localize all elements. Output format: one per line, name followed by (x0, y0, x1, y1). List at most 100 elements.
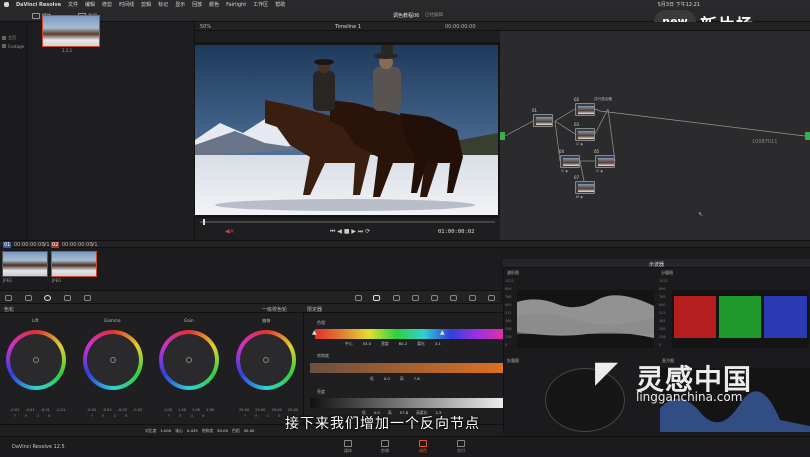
rgb-mixer-icon[interactable] (64, 295, 71, 301)
playhead[interactable] (203, 219, 205, 225)
adjustment-values: 对比度 1.000 轴心 0.435 饱和度 50.00 色相 50.00 (145, 428, 255, 433)
palette-toolbar (0, 290, 500, 304)
audio-mute-icon[interactable]: ◀× (225, 228, 235, 235)
tab-deliver[interactable]: 交付 (446, 440, 476, 456)
curves-icon[interactable] (355, 295, 362, 301)
page-navigation-bar: DaVinci Resolve 12.5 媒体 剪辑 调色 交付 (0, 436, 810, 457)
wheel-offset[interactable] (236, 330, 296, 390)
lingganchina-logo-icon: ◤ (595, 355, 619, 390)
menu-color[interactable]: 颜色 (209, 1, 219, 8)
timeline-dropdown[interactable]: Timeline 1 (335, 24, 361, 30)
parade-scale: 1023 896 768 640 512 384 256 128 0 (659, 279, 668, 347)
apple-icon[interactable] (4, 2, 9, 7)
transport-controls[interactable]: ⏮ ◀ ■ ▶ ⏭ ⟳ (330, 228, 370, 236)
folder-icon (2, 36, 6, 40)
menu-help[interactable]: 帮助 (275, 1, 285, 8)
hue-range-slider[interactable] (315, 329, 505, 339)
menu-playback[interactable]: 回放 (192, 1, 202, 8)
wheel-gamma[interactable] (83, 330, 143, 390)
scopes-header: 示波器 (503, 259, 810, 268)
viewer-timecode: 01:00:00:02 (438, 229, 475, 235)
clip-thumb-1[interactable] (2, 251, 48, 277)
output-node-handle[interactable] (805, 132, 810, 140)
resolve-version: DaVinci Resolve 12.5 (12, 444, 65, 450)
offset-values: 25.00 25.00 25.00 25.00 (239, 408, 299, 412)
node-graph-id: 10087011 (752, 139, 778, 145)
color-wheels-icon[interactable] (44, 295, 51, 301)
3d-icon[interactable] (488, 295, 495, 301)
color-page-icon (419, 440, 427, 447)
color-wheels-header: 色轮 一级校色轮 (0, 304, 303, 313)
wheel-gamma-label: Gamma (104, 318, 121, 323)
zoom-dropdown[interactable]: 50% (200, 24, 211, 30)
window-icon[interactable] (393, 295, 400, 301)
node-05[interactable]: 05 ∅ ◈ (594, 149, 615, 173)
menu-file[interactable]: 文件 (68, 1, 78, 8)
lift-values: -0.01 -0.01 -0.01 -0.01 (10, 408, 66, 412)
menu-workspace[interactable]: 工作区 (253, 1, 268, 8)
menu-timeline[interactable]: 时间线 (119, 1, 134, 8)
input-node-handle[interactable] (500, 132, 505, 140)
project-title: 调色教程06 (393, 13, 420, 19)
scrub-bar[interactable] (200, 221, 495, 223)
video-frame[interactable] (195, 45, 498, 215)
scopes-title: 示波器 (649, 262, 665, 268)
sizing-icon[interactable] (469, 295, 476, 301)
media-clip-label: 1,2,1 (62, 48, 73, 53)
wheel-lift-label: Lift (32, 318, 39, 323)
gain-values: 1.00 1.00 1.00 1.00 (164, 408, 215, 412)
app-menu[interactable]: DaVinci Resolve (16, 2, 61, 8)
saturation-values: 低 0.0 高 7.6 (370, 376, 420, 381)
menu-mark[interactable]: 标记 (158, 1, 168, 8)
tab-media[interactable]: 媒体 (333, 440, 363, 456)
rgb-parade-scope (672, 290, 809, 348)
hue-label: 色相 (317, 320, 325, 325)
wheel-gain-label: Gain (184, 318, 194, 323)
wheels-title: 色轮 (4, 307, 15, 313)
motion-effects-icon[interactable] (84, 295, 91, 301)
node-07[interactable]: 07 M ◈ (574, 175, 595, 199)
media-panel: 主页 Footage (0, 22, 195, 240)
clip-label-2: JPEG (52, 278, 62, 283)
menu-fairlight[interactable]: Fairlight (226, 2, 246, 8)
menu-view[interactable]: 显示 (175, 1, 185, 8)
hue-handle-left[interactable]: ▲ (312, 329, 317, 336)
node-04[interactable]: 04 ∅ ◈ (559, 149, 580, 173)
clip-thumb-2[interactable] (51, 251, 97, 277)
media-tree: 主页 Footage (0, 22, 28, 240)
node-03[interactable]: 03 ∅ ◈ (574, 122, 595, 146)
menu-trim[interactable]: 修剪 (102, 1, 112, 8)
hue-values: 中心 33.0 宽度 60.2 柔化 3.1 (345, 341, 441, 346)
wheel-gain[interactable] (159, 330, 219, 390)
tab-color[interactable]: 调色 (408, 440, 438, 456)
color-match-icon[interactable] (25, 295, 32, 301)
tracker-icon[interactable] (412, 295, 419, 301)
tree-item-footage[interactable]: Footage (2, 43, 24, 49)
wheel-lift[interactable] (6, 330, 66, 390)
key-icon[interactable] (450, 295, 457, 301)
wheel-offset-label: 偏移 (262, 318, 271, 323)
tab-edit[interactable]: 剪辑 (370, 440, 400, 456)
gamma-values: -0.02 -0.02 -0.02 -0.02 (87, 408, 143, 412)
node-editor[interactable]: 01 02 并行混合器 03 ∅ ◈ 04 ∅ ◈ 05 ∅ ◈ 07 M ◈ … (500, 31, 810, 240)
hue-handle-right[interactable]: ▲ (440, 329, 445, 336)
menu-clip[interactable]: 剪辑 (141, 1, 151, 8)
qualifier-title: 限定器 (307, 307, 323, 313)
parallel-mixer-label: 并行混合器 (594, 97, 612, 101)
luminance-range-slider[interactable] (310, 398, 505, 408)
node-editor-header (500, 22, 810, 31)
qualifier-icon[interactable] (373, 295, 380, 301)
tree-item-master[interactable]: 主页 (2, 35, 16, 41)
project-status: 已经编辑 (425, 13, 443, 18)
clip-label-1: JPEG (3, 278, 13, 283)
node-02-parallel-mixer[interactable]: 02 (574, 97, 595, 116)
node-01[interactable]: 01 (532, 108, 553, 127)
media-clip-thumbnail[interactable] (42, 15, 100, 47)
camera-raw-icon[interactable] (5, 295, 12, 301)
saturation-range-slider[interactable] (310, 363, 505, 373)
lingganchina-url: lingganchina.com (636, 390, 743, 404)
menu-edit[interactable]: 编辑 (85, 1, 95, 8)
blur-icon[interactable] (431, 295, 438, 301)
wheels-mode-dropdown[interactable]: 一级校色轮 (262, 306, 287, 313)
video-subtitle: 接下来我们增加一个反向节点 (285, 416, 480, 432)
